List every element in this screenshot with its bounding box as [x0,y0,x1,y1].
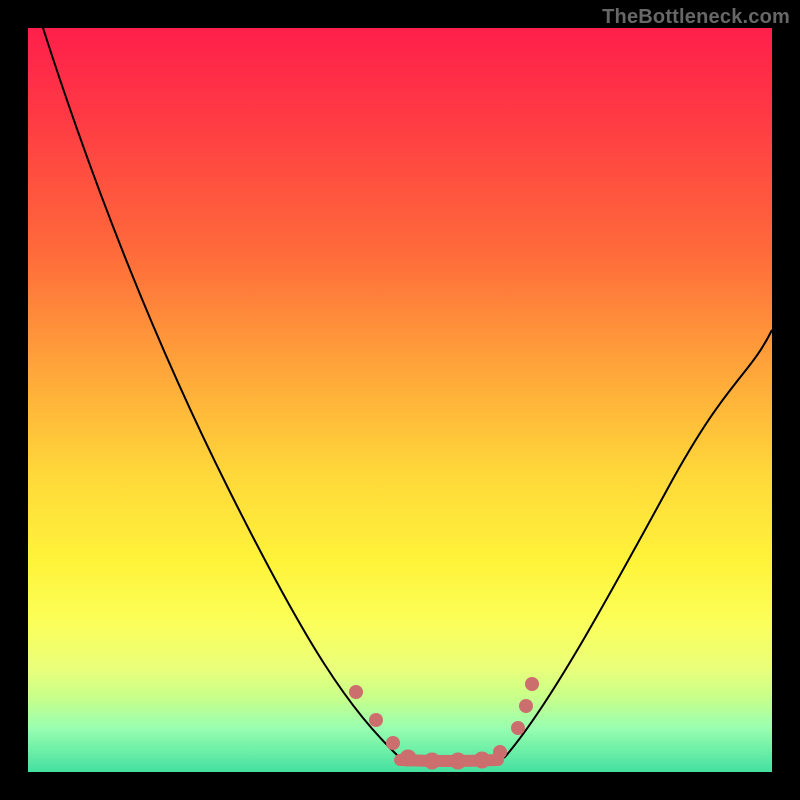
marker-dot [424,753,440,769]
marker-dot [386,736,400,750]
marker-dot [519,699,533,713]
plot-area [28,28,772,772]
marker-dot [450,753,466,769]
marker-dot [525,677,539,691]
curve-left [43,28,400,758]
marker-dot [400,750,416,766]
marker-dot [349,685,363,699]
marker-dot [511,721,525,735]
marker-dot [369,713,383,727]
marker-dot [474,752,490,768]
plot-svg [28,28,772,772]
watermark-text: TheBottleneck.com [602,6,790,29]
outer-frame: TheBottleneck.com [0,0,800,800]
curve-right [504,330,772,758]
marker-dot [493,745,507,759]
